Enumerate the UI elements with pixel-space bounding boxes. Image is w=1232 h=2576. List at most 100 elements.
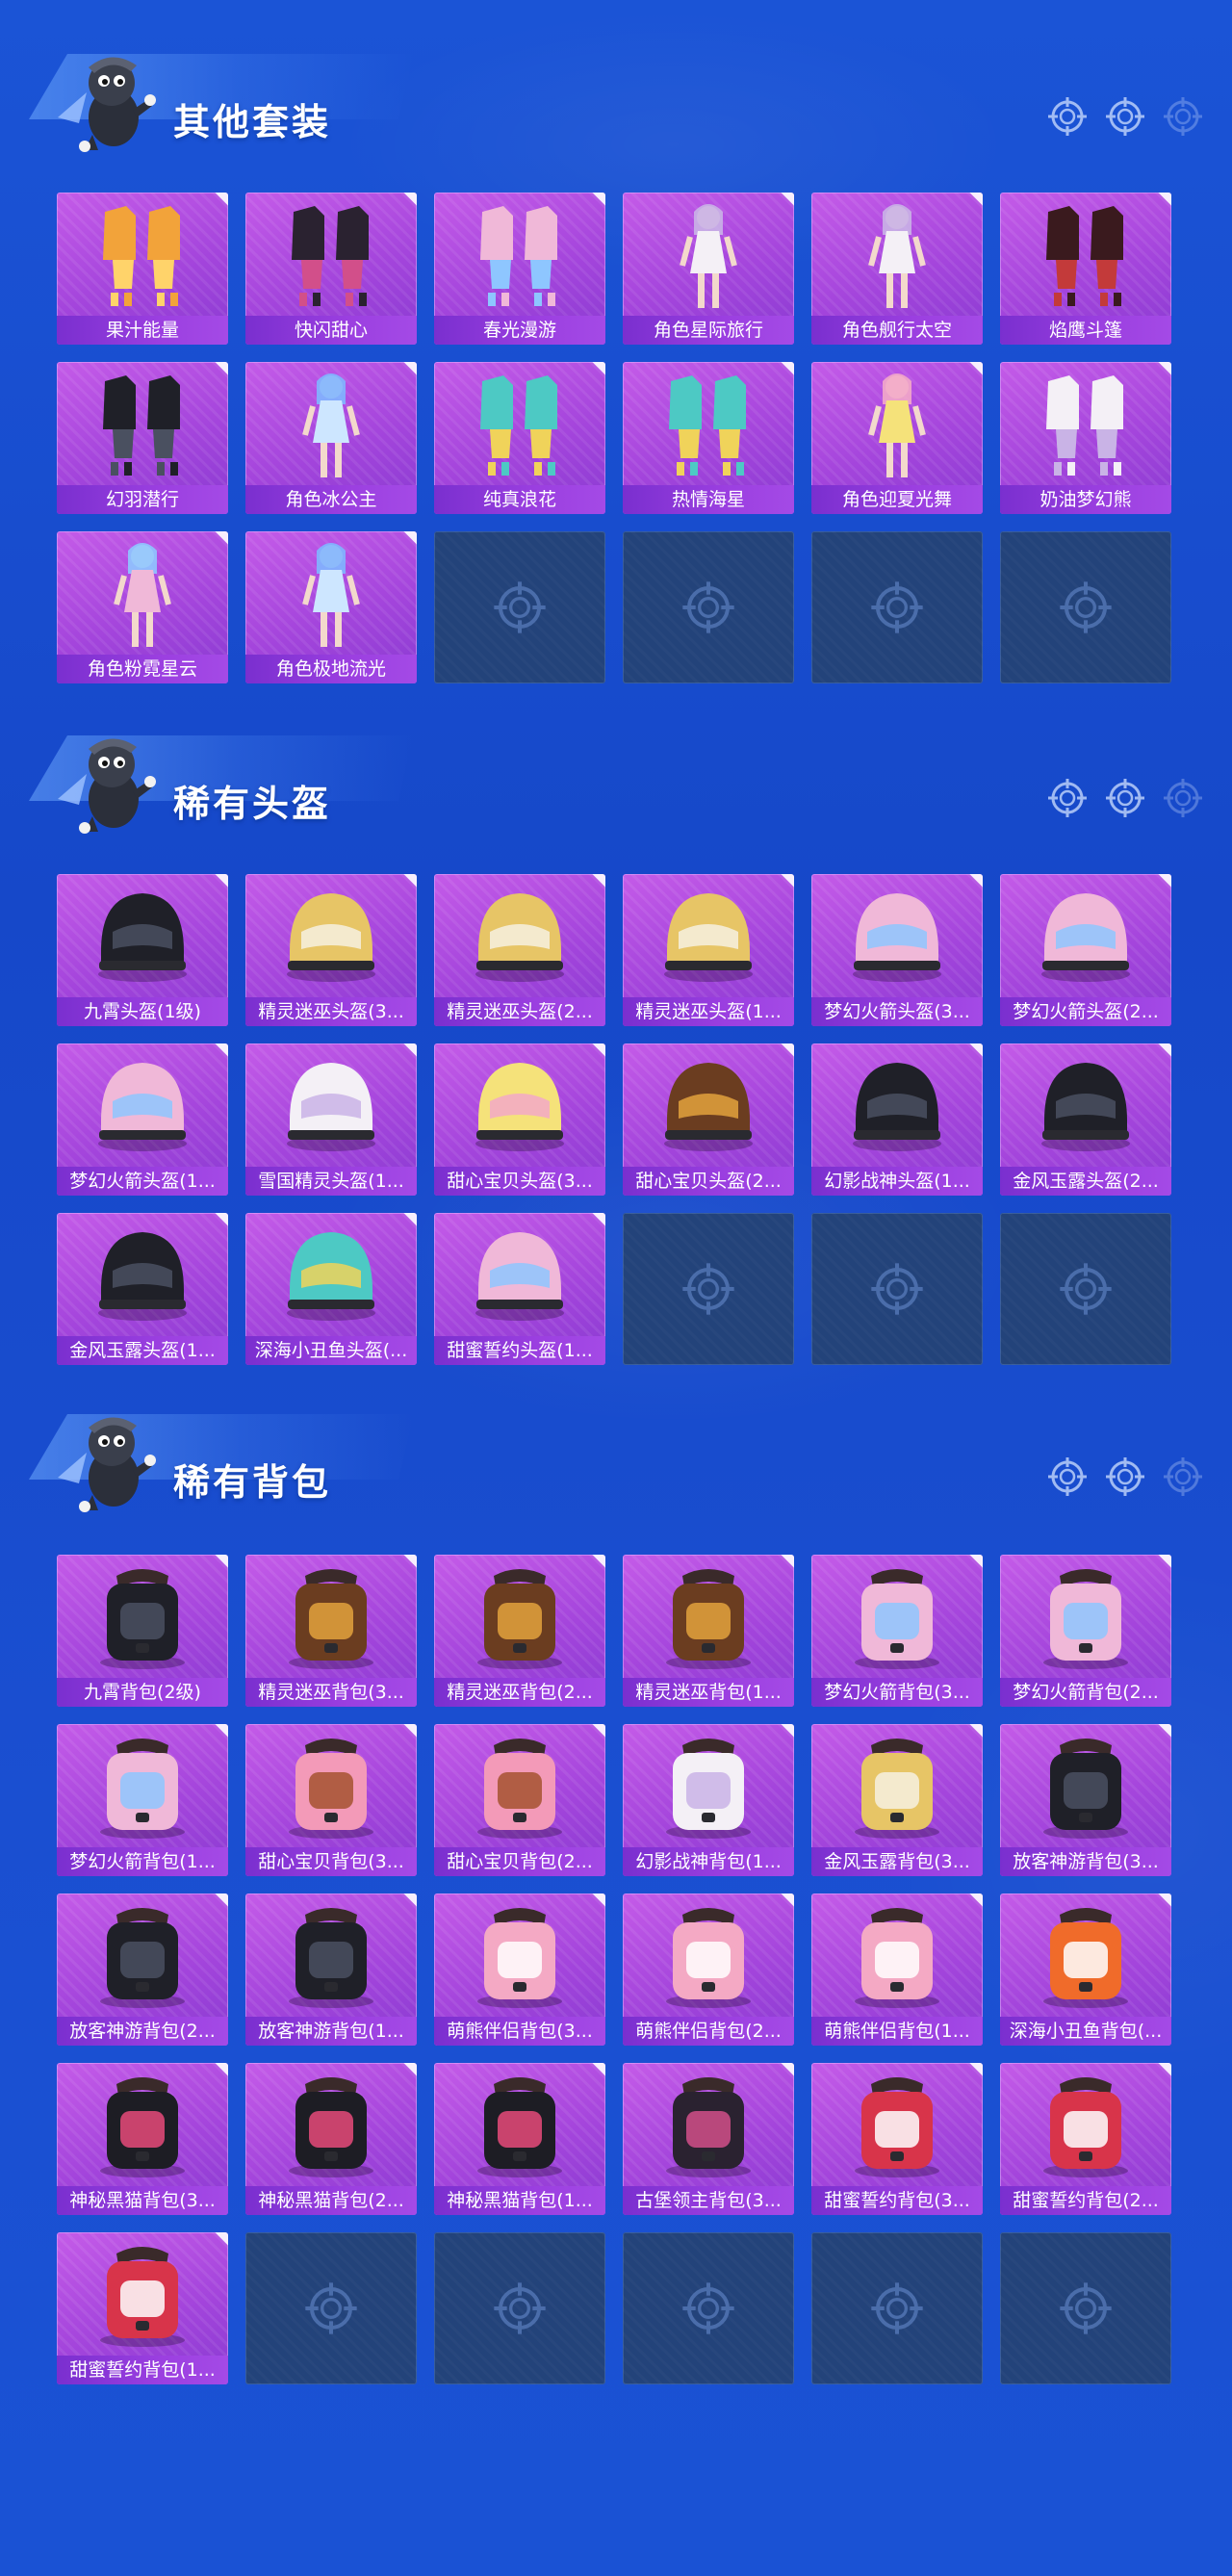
item-tile[interactable]: 放客神游背包(2... (57, 1893, 228, 2046)
crosshair-icon (871, 2282, 923, 2334)
item-tile[interactable]: 快闪甜心 (245, 193, 417, 345)
item-tile[interactable]: 幻羽潜行 (57, 362, 228, 514)
backpack-cat-icon (289, 2077, 373, 2177)
item-tile[interactable]: 雪国精灵头盔(1... (245, 1043, 417, 1196)
item-tile[interactable]: 放客神游背包(1... (245, 1893, 417, 2046)
backpack-cat-icon (100, 2077, 185, 2177)
item-tile[interactable]: 角色冰公主 (245, 362, 417, 514)
outfit-orange-icon (103, 206, 180, 306)
item-tile[interactable]: 角色极地流光 (245, 531, 417, 683)
helmet-gold-icon (287, 893, 375, 982)
item-label: 梦幻火箭头盔(2... (1000, 997, 1171, 1026)
helmet-pink-icon (98, 1063, 187, 1151)
crosshair-icon (1105, 96, 1145, 137)
item-tile[interactable]: 萌熊伴侣背包(1... (811, 1893, 983, 2046)
item-tile[interactable]: 精灵迷巫头盔(3... (245, 874, 417, 1026)
item-tile[interactable]: 梦幻火箭头盔(3... (811, 874, 983, 1026)
item-label: 甜蜜誓约背包(2... (1000, 2186, 1171, 2215)
item-label: 精灵迷巫头盔(3... (245, 997, 417, 1026)
item-tile[interactable]: 神秘黑猫背包(3... (57, 2063, 228, 2215)
item-label: 甜心宝贝头盔(3... (434, 1167, 605, 1196)
item-tile[interactable]: 甜蜜誓约头盔(1... (434, 1213, 605, 1365)
item-tile[interactable]: 甜心宝贝头盔(2... (623, 1043, 794, 1196)
helmet-black-icon (98, 1232, 187, 1321)
item-tile[interactable]: 梦幻火箭背包(3... (811, 1555, 983, 1707)
item-tile[interactable]: 甜蜜誓约背包(3... (811, 2063, 983, 2215)
item-tile[interactable]: 角色粉霓星云 (57, 531, 228, 683)
helmet-gold-icon (664, 893, 753, 982)
item-tile[interactable]: 萌熊伴侣背包(2... (623, 1893, 794, 2046)
crosshair-icon (1060, 1263, 1112, 1315)
item-label: 角色迎夏光舞 (811, 485, 983, 514)
crosshair-icon (1060, 581, 1112, 633)
helmet-black-icon (853, 1063, 941, 1151)
item-tile[interactable]: 甜心宝贝背包(3... (245, 1724, 417, 1876)
crosshair-icon (1105, 1456, 1145, 1497)
item-tile[interactable]: 放客神游背包(3... (1000, 1724, 1171, 1876)
item-tile[interactable]: 精灵迷巫头盔(1... (623, 874, 794, 1026)
item-label: 幻影战神头盔(1... (811, 1167, 983, 1196)
item-tile[interactable]: 九霄头盔(1级) (57, 874, 228, 1026)
backpack-bear-pink-icon (477, 1908, 562, 2008)
item-tile[interactable]: 深海小丑鱼背包(... (1000, 1893, 1171, 2046)
item-label: 神秘黑猫背包(2... (245, 2186, 417, 2215)
item-tile[interactable]: 梦幻火箭背包(1... (57, 1724, 228, 1876)
item-tile[interactable]: 神秘黑猫背包(1... (434, 2063, 605, 2215)
item-tile[interactable]: 古堡领主背包(3... (623, 2063, 794, 2215)
item-tile[interactable]: 春光漫游 (434, 193, 605, 345)
item-tile[interactable]: 萌熊伴侣背包(3... (434, 1893, 605, 2046)
item-tile[interactable]: 甜心宝贝头盔(3... (434, 1043, 605, 1196)
item-tile[interactable]: 梦幻火箭头盔(2... (1000, 874, 1171, 1026)
item-tile[interactable]: 角色舰行太空 (811, 193, 983, 345)
item-tile[interactable]: 精灵迷巫背包(2... (434, 1555, 605, 1707)
empty-slot (811, 531, 983, 683)
backpack-heart-icon (1043, 2077, 1128, 2177)
item-label: 纯真浪花 (434, 485, 605, 514)
item-tile[interactable]: 角色迎夏光舞 (811, 362, 983, 514)
section-other-outfits: 其他套装 果汁能量 快闪甜心 春光漫游 角色星际旅行 角色舰行太空 焰鹰斗篷 幻羽潜行 角色冰… (0, 0, 1232, 693)
item-label: 金风玉露背包(3... (811, 1847, 983, 1876)
helmet-black-icon (98, 893, 187, 982)
item-label: 神秘黑猫背包(1... (434, 2186, 605, 2215)
item-grid: 九霄背包(2级) 精灵迷巫背包(3... 精灵迷巫背包(2... 精灵迷巫背包(1..… (57, 1555, 1171, 2384)
item-tile[interactable]: 梦幻火箭头盔(1... (57, 1043, 228, 1196)
item-tile[interactable]: 精灵迷巫背包(3... (245, 1555, 417, 1707)
crosshair-icon (1047, 96, 1088, 137)
item-tile[interactable]: 角色星际旅行 (623, 193, 794, 345)
empty-slot (623, 1213, 794, 1365)
backpack-pink-icon (855, 1569, 939, 1669)
item-tile[interactable]: 甜心宝贝背包(2... (434, 1724, 605, 1876)
item-label: 九霄背包(2级) (57, 1678, 228, 1707)
item-tile[interactable]: 焰鹰斗篷 (1000, 193, 1171, 345)
item-tile[interactable]: 金风玉露背包(3... (811, 1724, 983, 1876)
mascot-icon (50, 1403, 158, 1518)
crosshair-icon (871, 581, 923, 633)
item-tile[interactable]: 幻影战神背包(1... (623, 1724, 794, 1876)
character-pink-icon (114, 543, 171, 647)
item-tile[interactable]: 幻影战神头盔(1... (811, 1043, 983, 1196)
backpack-fish-icon (1043, 1908, 1128, 2008)
item-tile[interactable]: 精灵迷巫背包(1... (623, 1555, 794, 1707)
item-tile[interactable]: 九霄背包(2级) (57, 1555, 228, 1707)
item-tile[interactable]: 奶油梦幻熊 (1000, 362, 1171, 514)
item-tile[interactable]: 神秘黑猫背包(2... (245, 2063, 417, 2215)
item-tile[interactable]: 甜蜜誓约背包(2... (1000, 2063, 1171, 2215)
crosshair-icon (494, 2282, 546, 2334)
item-tile[interactable]: 热情海星 (623, 362, 794, 514)
item-label: 九霄头盔(1级) (57, 997, 228, 1026)
item-tile[interactable]: 深海小丑鱼头盔(... (245, 1213, 417, 1365)
item-tile[interactable]: 梦幻火箭背包(2... (1000, 1555, 1171, 1707)
item-tile[interactable]: 金风玉露头盔(1... (57, 1213, 228, 1365)
item-tile[interactable]: 甜蜜誓约背包(1... (57, 2232, 228, 2384)
item-tile[interactable]: 精灵迷巫头盔(2... (434, 874, 605, 1026)
item-tile[interactable]: 纯真浪花 (434, 362, 605, 514)
section-rare-helmets: 稀有头盔 九霄头盔(1级) 精灵迷巫头盔(3... 精灵迷巫头盔(2... 精灵迷巫头… (0, 682, 1232, 1375)
item-label: 梦幻火箭头盔(1... (57, 1167, 228, 1196)
header-decoration (1047, 778, 1203, 818)
helmet-pink-icon (853, 893, 941, 982)
item-tile[interactable]: 金风玉露头盔(2... (1000, 1043, 1171, 1196)
item-tile[interactable]: 果汁能量 (57, 193, 228, 345)
header-decoration (1047, 1456, 1203, 1497)
item-label: 神秘黑猫背包(3... (57, 2186, 228, 2215)
item-label: 萌熊伴侣背包(2... (623, 2017, 794, 2046)
